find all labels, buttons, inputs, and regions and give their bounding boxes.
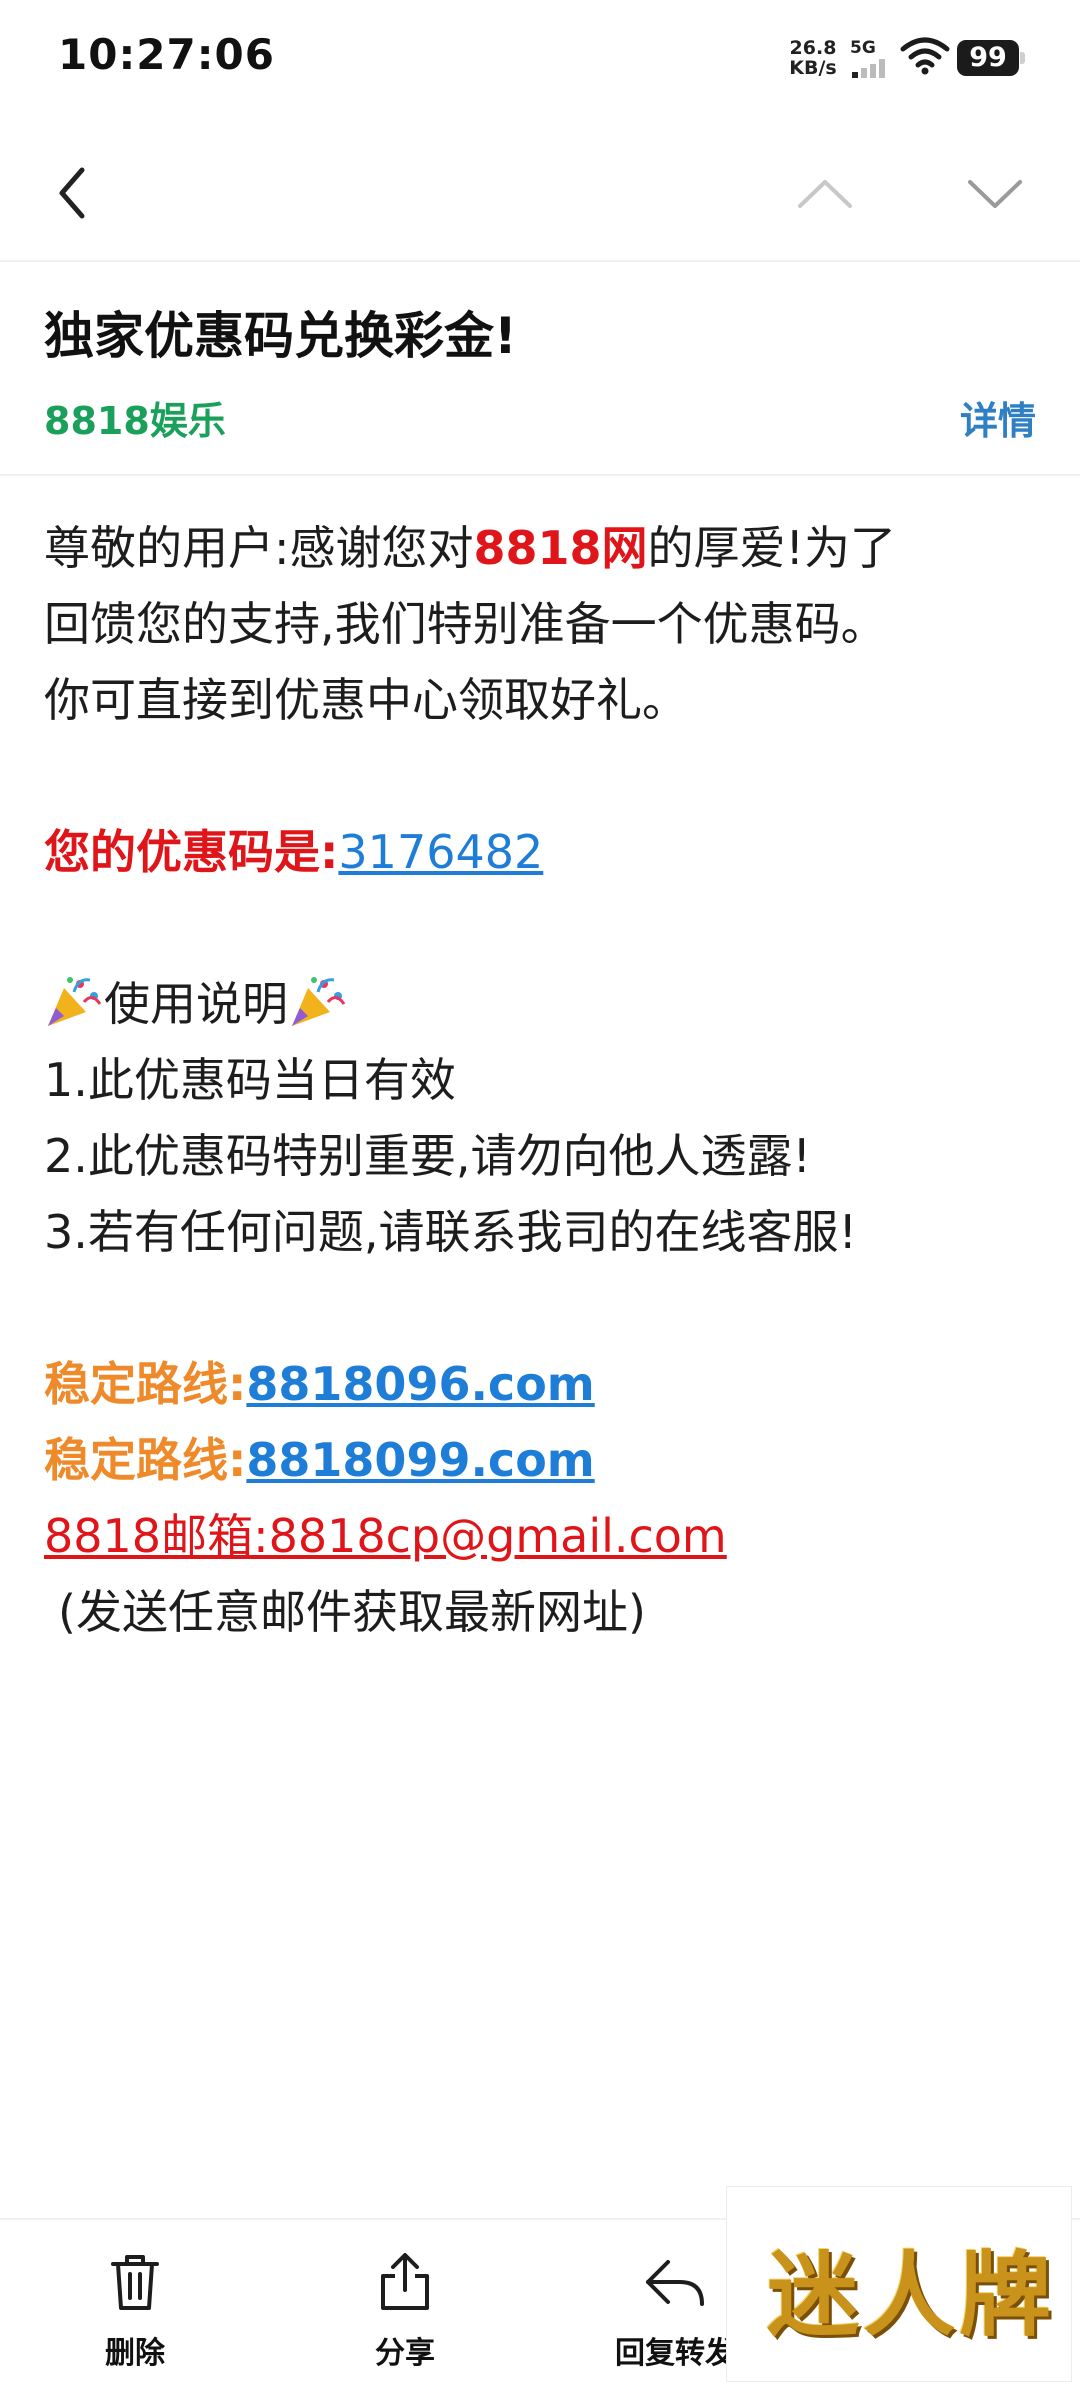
top-nav-bar bbox=[0, 128, 1080, 258]
email-note: (发送任意邮件获取最新网址) bbox=[58, 1585, 646, 1639]
battery-tip bbox=[1020, 52, 1025, 64]
back-arrow-icon[interactable] bbox=[40, 158, 110, 228]
intro-text-b: 的厚爱!为了 bbox=[647, 521, 896, 575]
network-speed: 26.8 KB/s bbox=[788, 38, 838, 78]
watermark-text: 迷人牌 bbox=[767, 2241, 1056, 2349]
wifi-icon bbox=[900, 37, 950, 75]
signal-icon bbox=[852, 59, 885, 78]
mail-body: 尊敬的用户:感谢您对8818网的厚爱!为了 回馈您的支持,我们特别准备一个优惠码… bbox=[44, 510, 1044, 1650]
usage-title-line: 使用说明 bbox=[44, 966, 1044, 1042]
trash-icon bbox=[111, 2255, 159, 2310]
network-speed-value: 26.8 bbox=[789, 37, 837, 59]
previous-mail-chevron-up-icon[interactable] bbox=[790, 168, 860, 218]
network-speed-unit: KB/s bbox=[789, 57, 837, 79]
intro-line-1: 尊敬的用户:感谢您对8818网的厚爱!为了 bbox=[44, 510, 1044, 586]
route-link-1[interactable]: 8818096.com bbox=[246, 1357, 594, 1411]
reply-icon bbox=[646, 2260, 704, 2306]
intro-line-3: 你可直接到优惠中心领取好礼。 bbox=[44, 673, 688, 727]
intro-line-2: 回馈您的支持,我们特别准备一个优惠码。 bbox=[44, 597, 887, 651]
details-link[interactable]: 详情 bbox=[960, 390, 1036, 445]
route-line-1: 稳定路线:8818096.com bbox=[44, 1346, 1044, 1422]
route-label-2: 稳定路线: bbox=[44, 1433, 247, 1487]
watermark-logo: 迷人牌 bbox=[726, 2186, 1072, 2382]
usage-title: 使用说明 bbox=[104, 977, 288, 1031]
intro-text-a: 尊敬的用户:感谢您对 bbox=[44, 521, 474, 575]
sender-name[interactable]: 8818娱乐 bbox=[44, 390, 226, 445]
share-icon bbox=[381, 2253, 429, 2310]
nav-divider bbox=[0, 260, 1080, 262]
delete-label: 删除 bbox=[105, 2336, 165, 2371]
route-label-1: 稳定路线: bbox=[44, 1357, 247, 1411]
battery-icon: 99 bbox=[957, 40, 1019, 76]
usage-rule-3: 3.若有任何问题,请联系我司的在线客服! bbox=[44, 1205, 857, 1259]
route-link-2[interactable]: 8818099.com bbox=[246, 1433, 594, 1487]
party-popper-icon bbox=[292, 977, 346, 1026]
share-label: 分享 bbox=[375, 2336, 435, 2371]
email-link[interactable]: 8818邮箱:8818cp@gmail.com bbox=[44, 1498, 1044, 1574]
next-mail-chevron-down-icon[interactable] bbox=[960, 168, 1030, 218]
route-line-2: 稳定路线:8818099.com bbox=[44, 1422, 1044, 1498]
party-popper-icon bbox=[48, 977, 102, 1026]
share-button[interactable]: 分享 bbox=[305, 2250, 505, 2372]
header-divider bbox=[0, 474, 1080, 476]
delete-button[interactable]: 删除 bbox=[35, 2250, 235, 2372]
usage-rule-2: 2.此优惠码特别重要,请勿向他人透露! bbox=[44, 1129, 811, 1183]
mail-subject: 独家优惠码兑换彩金! bbox=[44, 307, 517, 365]
promo-code-line: 您的优惠码是:3176482 bbox=[44, 814, 1044, 890]
usage-rule-1: 1.此优惠码当日有效 bbox=[44, 1053, 456, 1107]
status-bar: 10:27:06 26.8 KB/s 5G 99 bbox=[0, 0, 1080, 118]
brand-highlight: 8818网 bbox=[473, 521, 648, 575]
promo-code-link[interactable]: 3176482 bbox=[338, 825, 543, 879]
network-type: 5G bbox=[850, 38, 876, 58]
clock: 10:27:06 bbox=[58, 30, 275, 79]
promo-code-label: 您的优惠码是: bbox=[44, 825, 339, 879]
